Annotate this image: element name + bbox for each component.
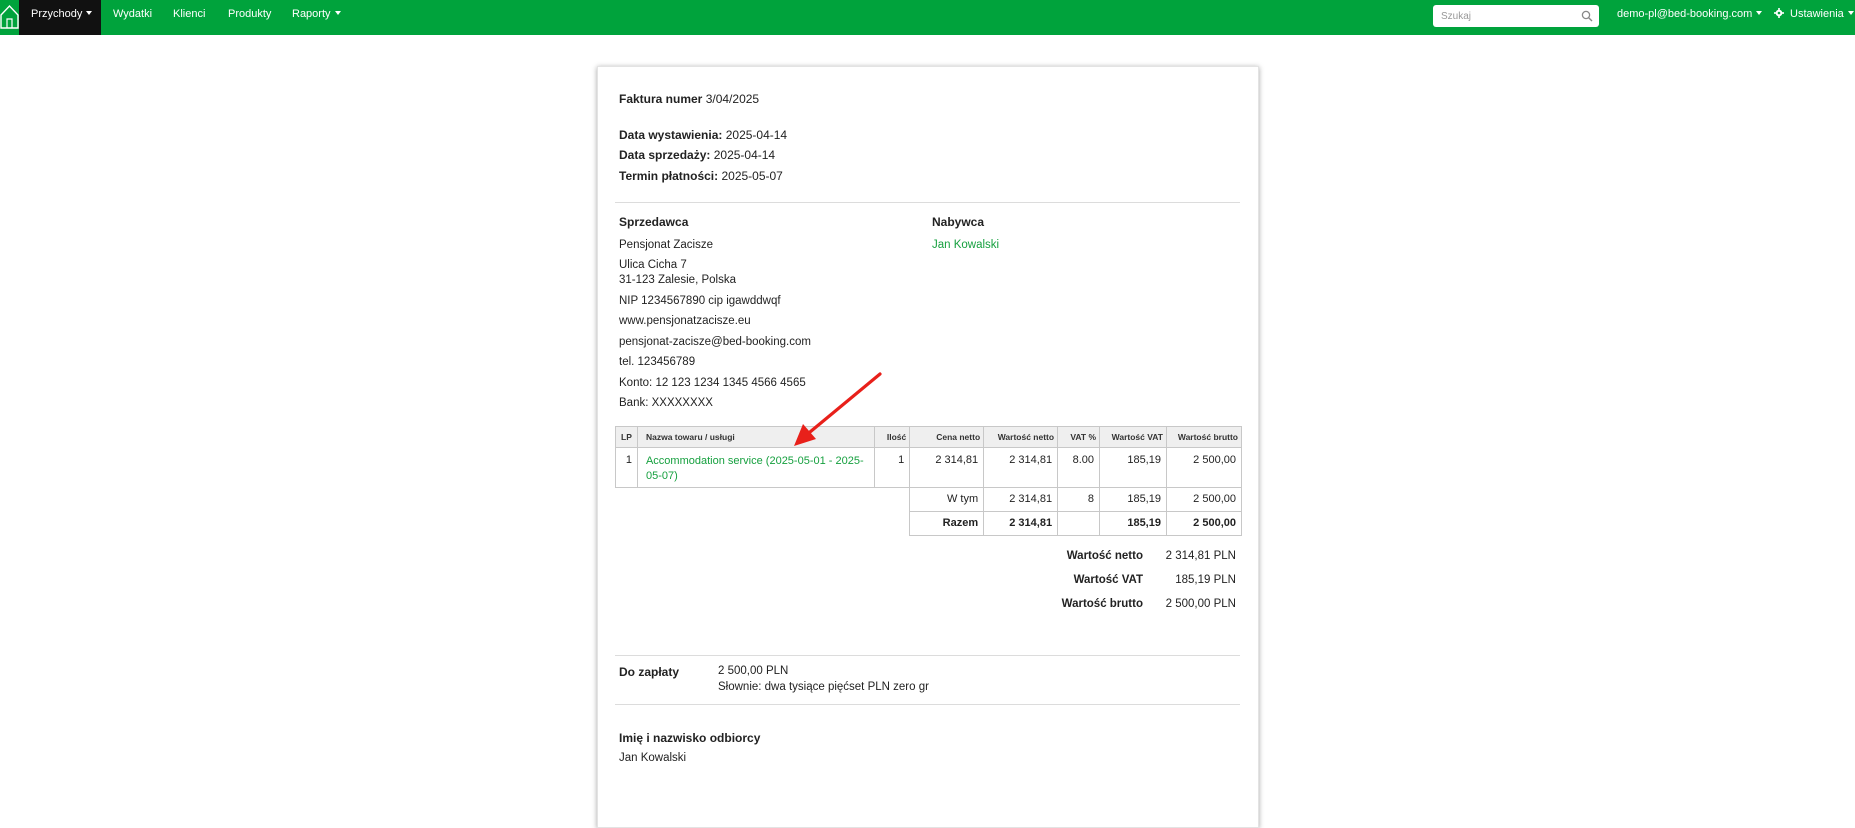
annotation-arrow-icon bbox=[794, 372, 882, 446]
